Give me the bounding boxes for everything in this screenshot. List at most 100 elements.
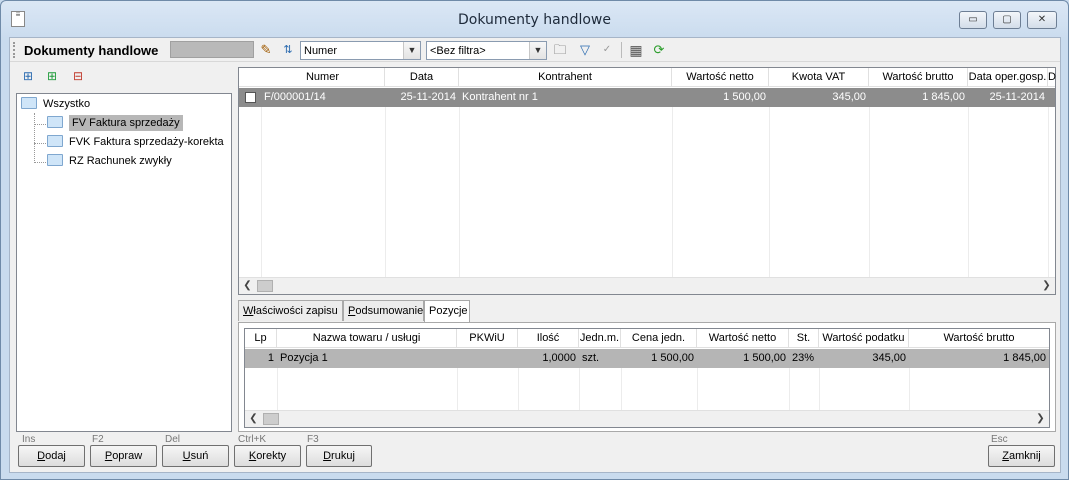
edit-button[interactable]: Popraw [90,445,157,467]
shortcut-label: Ctrl+K [238,434,267,445]
column-header[interactable]: Wartość brutto [869,68,968,87]
left-panel: ⊞ ⊞ ⊟ Wszystko FV Faktura sprzedaży FVK … [10,63,236,433]
tree-expand-icon[interactable]: ⊞ [20,68,36,84]
clear-filter-icon[interactable]: ✎ [257,41,275,59]
search-input[interactable] [170,41,254,58]
tree-add-icon[interactable]: ⊞ [44,68,60,84]
folder-icon[interactable]: 🗀 [551,41,569,59]
tab-wlasciwosci[interactable]: Właściwości zapisu [238,300,343,321]
column-header[interactable]: PKWiU [457,329,518,348]
toolbar-separator [621,42,622,58]
cell-podatek: 345,00 [872,352,906,364]
print-button[interactable]: Drukuj [306,445,372,467]
button-accel: U [182,450,191,462]
filter-combo-value: <Bez filtra> [430,45,486,57]
column-header[interactable]: Kwota VAT [769,68,869,87]
tree-item-label: FVK Faktura sprzedaży-korekta [69,136,224,148]
tree-item-rz[interactable]: RZ Rachunek zwykły [47,152,172,171]
button-accel: D [37,450,46,462]
cell-ilosc: 1,0000 [542,352,576,364]
tab-label: Pozycje [429,305,468,317]
close-dialog-button[interactable]: Zamknij [988,445,1055,467]
tree-item-fv[interactable]: FV Faktura sprzedaży [47,114,183,133]
button-accel: Z [1002,450,1009,462]
window-title: Dokumenty handlowe [458,12,611,28]
horizontal-scrollbar[interactable]: ❮ ❯ [239,277,1055,294]
minimize-button[interactable]: ▭ [959,11,987,29]
cell-netto: 1 500,00 [743,352,786,364]
window: ≡ Dokumenty handlowe ▭ ▢ ✕ Dokumenty han… [0,0,1069,480]
column-header[interactable]: Wartość netto [672,68,769,87]
corrections-button[interactable]: Korekty [234,445,301,467]
table-row[interactable]: 1 Pozycja 1 1,0000 szt. 1 500,00 1 500,0… [245,349,1049,368]
documents-grid: Numer Data Kontrahent Wartość netto Kwot… [238,67,1056,295]
tree-item-label: RZ Rachunek zwykły [69,155,172,167]
column-header[interactable]: Wartość podatku [819,329,909,348]
close-button[interactable]: ✕ [1027,11,1057,29]
delete-button[interactable]: Usuń [162,445,229,467]
refresh-icon[interactable]: ⟳ [650,41,668,59]
grid-header: Lp Nazwa towaru / usługi PKWiU Ilość Jed… [245,329,1049,348]
button-label: odaj [45,450,66,462]
cell-stawka: 23% [792,352,815,364]
horizontal-scrollbar[interactable]: ❮ ❯ [245,410,1049,427]
button-accel: D [323,450,332,462]
column-header[interactable]: Kontrahent [459,68,672,87]
column-header[interactable]: Data [385,68,459,87]
cell-netto: 1 500,00 [723,91,766,103]
grid-line [789,368,790,410]
chevron-down-icon[interactable]: ▼ [529,42,546,59]
tab-label: łaściwości zapisu [253,305,338,317]
folder-icon [47,154,63,167]
toolbar-grip[interactable] [13,42,16,58]
column-header[interactable]: Wartość netto [697,329,789,348]
column-header[interactable]: Data oper.gosp. [968,68,1048,87]
tab-pozycje[interactable]: Pozycje [424,300,470,323]
column-header[interactable]: Ilość [518,329,579,348]
grid-line [909,368,910,410]
cell-kontrahent: Kontrahent nr 1 [462,91,538,103]
check-icon[interactable]: ✓ [598,41,616,59]
column-header[interactable]: Cena jedn. [621,329,697,348]
add-button[interactable]: Dodaj [18,445,85,467]
filter-icon[interactable]: ▽ [576,41,594,59]
column-header[interactable]: Lp [245,329,277,348]
scroll-thumb[interactable] [263,413,279,425]
scroll-thumb[interactable] [257,280,273,292]
button-label: amknij [1008,450,1041,462]
positions-grid: Lp Nazwa towaru / usługi PKWiU Ilość Jed… [244,328,1050,428]
row-checkbox[interactable] [245,92,256,103]
columns-icon[interactable]: ▦ [627,41,645,59]
tree-connector [34,162,46,163]
grid-line [819,368,820,410]
cell-jedn: szt. [582,352,600,364]
column-header[interactable]: Jedn.m. [579,329,621,348]
column-header[interactable]: Numer [261,68,385,87]
button-label: orekty [256,450,287,462]
column-header[interactable]: D [1048,68,1056,87]
tree-item-fvk[interactable]: FVK Faktura sprzedaży-korekta [47,133,224,152]
table-row[interactable]: F/000001/14 25-11-2014 Kontrahent nr 1 1… [239,88,1055,107]
column-header[interactable]: St. [789,329,819,348]
column-header[interactable]: Nazwa towaru / usługi [277,329,457,348]
scroll-right-icon[interactable]: ❯ [1032,411,1049,427]
title-bar[interactable]: ≡ Dokumenty handlowe ▭ ▢ ✕ [1,1,1068,37]
chevron-down-icon[interactable]: ▼ [403,42,420,59]
folder-icon [21,97,37,110]
tab-accel: W [243,305,254,317]
tree-remove-icon[interactable]: ⊟ [70,68,86,84]
tree-connector [34,113,35,161]
scroll-left-icon[interactable]: ❮ [239,278,256,294]
scroll-left-icon[interactable]: ❮ [245,411,262,427]
column-header[interactable]: Wartość brutto [909,329,1049,348]
scroll-right-icon[interactable]: ❯ [1038,278,1055,294]
maximize-button[interactable]: ▢ [993,11,1021,29]
tree-item-root[interactable]: Wszystko [21,95,90,114]
tab-podsumowanie[interactable]: Podsumowanie [343,300,424,321]
sort-icon[interactable]: ⇅ [279,41,297,59]
button-label: opraw [112,450,143,462]
sort-combo[interactable]: Numer ▼ [300,41,421,60]
client-area: Dokumenty handlowe ✎ ⇅ Numer ▼ <Bez filt… [9,37,1061,473]
filter-combo[interactable]: <Bez filtra> ▼ [426,41,547,60]
grid-line [457,368,458,410]
